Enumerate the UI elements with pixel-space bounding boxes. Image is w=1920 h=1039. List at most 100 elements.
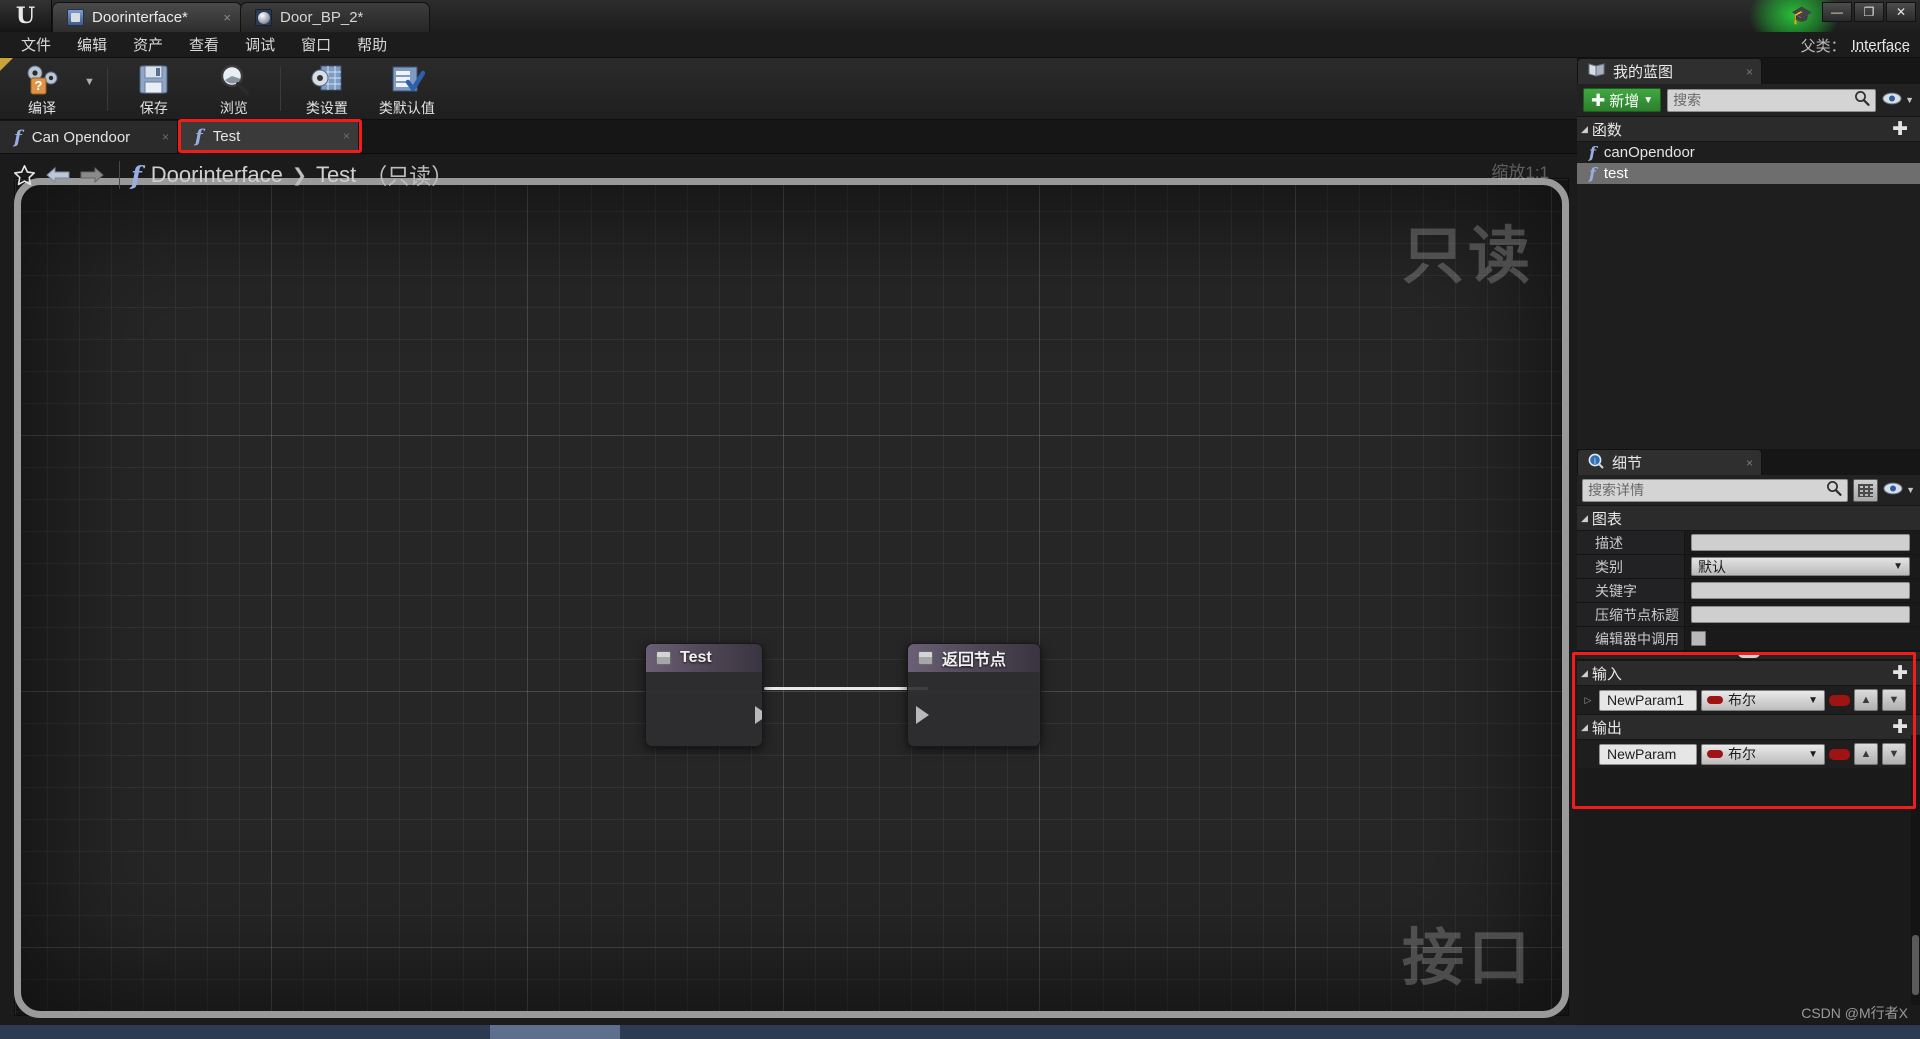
- my-blueprint-tabbar: 我的蓝图 ×: [1577, 58, 1920, 84]
- exec-in-pin[interactable]: [916, 706, 929, 724]
- sphere-icon: [255, 9, 272, 26]
- toolbar-button-compile[interactable]: ? 编译: [2, 59, 82, 119]
- menu-item-file[interactable]: 文件: [8, 32, 64, 57]
- panel-tab-label: 我的蓝图: [1613, 64, 1674, 81]
- node-title: 返回节点: [942, 652, 1007, 669]
- menu-item-help[interactable]: 帮助: [344, 32, 400, 57]
- collapse-triangle-icon[interactable]: ◢: [1581, 668, 1588, 679]
- output-param-type-select[interactable]: 布尔 ▼: [1701, 743, 1825, 765]
- add-new-button[interactable]: ✚ 新增 ▼: [1583, 88, 1662, 112]
- function-tab-can-opendoor[interactable]: f Can Opendoor ×: [0, 121, 178, 153]
- close-icon[interactable]: ×: [1726, 456, 1753, 470]
- details-visibility-button[interactable]: ▼: [1883, 482, 1915, 499]
- parent-class-value[interactable]: Interface: [1852, 37, 1910, 54]
- menu-item-edit[interactable]: 编辑: [64, 32, 120, 57]
- property-row-compact-node-title: 压缩节点标题: [1577, 603, 1920, 627]
- list-item-canopendoor[interactable]: f canOpendoor: [1577, 142, 1920, 163]
- nav-back-icon[interactable]: [42, 160, 74, 190]
- close-icon[interactable]: ×: [1726, 65, 1753, 79]
- nav-forward-icon[interactable]: [76, 160, 108, 190]
- add-function-button[interactable]: ✚: [1886, 120, 1914, 139]
- close-icon[interactable]: ×: [205, 10, 231, 25]
- toolbar-button-class-settings[interactable]: 类设置: [287, 59, 367, 119]
- add-input-button[interactable]: ✚: [1886, 664, 1914, 683]
- move-param-down-button[interactable]: ▼: [1882, 689, 1906, 711]
- collapse-triangle-icon[interactable]: ◢: [1581, 722, 1588, 733]
- list-item-test[interactable]: f test: [1577, 163, 1920, 184]
- compile-icon: ?: [22, 62, 62, 98]
- add-output-button[interactable]: ✚: [1886, 718, 1914, 737]
- section-label: 输入: [1591, 665, 1622, 683]
- breadcrumb-root[interactable]: Doorinterface: [151, 162, 283, 188]
- toolbar-button-save[interactable]: 保存: [114, 59, 194, 119]
- category-select[interactable]: 默认 ▼: [1691, 557, 1910, 576]
- window-tab-doorinterface[interactable]: Doorinterface* ×: [52, 2, 242, 32]
- collapse-triangle-icon[interactable]: ◢: [1581, 513, 1588, 524]
- readonly-watermark: 只读: [1401, 222, 1534, 291]
- input-param-type-select[interactable]: 布尔 ▼: [1701, 689, 1825, 711]
- description-input[interactable]: [1691, 534, 1910, 551]
- move-param-up-button[interactable]: ▲: [1854, 689, 1878, 711]
- graph-section-header[interactable]: ◢ 图表: [1577, 505, 1920, 531]
- toolbar-button-class-defaults[interactable]: 类默认值: [367, 59, 447, 119]
- blueprint-icon: [67, 9, 84, 26]
- input-param-name-input[interactable]: NewParam1: [1599, 689, 1697, 711]
- close-button[interactable]: ✕: [1886, 2, 1916, 22]
- compact-node-title-input[interactable]: [1691, 606, 1910, 623]
- function-tab-label: Can Opendoor: [31, 128, 131, 146]
- functions-section-header[interactable]: ◢ 函数 ✚: [1577, 116, 1920, 142]
- container-type-icon[interactable]: [1829, 694, 1850, 706]
- close-icon[interactable]: ×: [146, 130, 169, 144]
- panel-tab-my-blueprint[interactable]: 我的蓝图 ×: [1577, 58, 1762, 84]
- breadcrumb: f Doorinterface ❯ Test （只读）: [131, 159, 453, 191]
- toolbar-button-browse[interactable]: 浏览: [194, 59, 274, 119]
- favorite-star-icon[interactable]: [8, 160, 40, 190]
- exec-out-pin[interactable]: [755, 706, 762, 724]
- inputs-section-header[interactable]: ◢ 输入 ✚: [1577, 660, 1920, 686]
- maximize-button[interactable]: ❐: [1854, 2, 1884, 22]
- output-param-name-input[interactable]: NewParam: [1599, 743, 1697, 765]
- plus-icon: ✚: [1591, 90, 1606, 110]
- panel-splitter[interactable]: [1577, 651, 1920, 660]
- output-param-type-label: 布尔: [1728, 746, 1756, 762]
- graduation-cap-icon[interactable]: 🎓: [1788, 2, 1816, 28]
- grid-view-icon[interactable]: [1853, 478, 1879, 502]
- property-row-call-in-editor: 编辑器中调用: [1577, 627, 1920, 651]
- node-test[interactable]: Test New Param 1: [645, 643, 763, 747]
- toolbar-separator: [279, 66, 281, 111]
- details-scrollbar[interactable]: [1911, 735, 1920, 1005]
- visibility-options-button[interactable]: ▼: [1882, 92, 1914, 109]
- keywords-input[interactable]: [1691, 582, 1910, 599]
- outputs-section-header[interactable]: ◢ 输出 ✚: [1577, 714, 1920, 740]
- my-blueprint-search-input[interactable]: 搜索: [1667, 88, 1877, 112]
- chevron-down-icon: ▼: [1906, 485, 1915, 495]
- move-param-down-button[interactable]: ▼: [1882, 743, 1906, 765]
- move-param-up-button[interactable]: ▲: [1854, 743, 1878, 765]
- unreal-logo-icon[interactable]: U: [0, 0, 52, 32]
- details-search-input[interactable]: 搜索详情: [1582, 478, 1849, 502]
- breadcrumb-leaf[interactable]: Test: [316, 162, 356, 188]
- search-placeholder: 搜索详情: [1588, 482, 1644, 498]
- close-icon[interactable]: ×: [327, 129, 350, 143]
- chevron-down-icon[interactable]: ▼: [84, 76, 95, 88]
- panel-tab-details[interactable]: i 细节 ×: [1577, 449, 1762, 475]
- section-label: 图表: [1591, 510, 1622, 528]
- node-return[interactable]: 返回节点 New Param: [907, 643, 1041, 747]
- minimize-button[interactable]: —: [1822, 2, 1852, 22]
- container-type-icon[interactable]: [1829, 748, 1850, 760]
- property-label: 关键字: [1577, 579, 1685, 602]
- collapse-triangle-icon[interactable]: ◢: [1581, 124, 1588, 135]
- function-tab-test[interactable]: f Test ×: [181, 122, 359, 150]
- blueprint-canvas[interactable]: 只读 接口 Test New Param 1: [14, 178, 1569, 1016]
- menu-item-view[interactable]: 查看: [176, 32, 232, 57]
- expand-triangle-icon[interactable]: ▷: [1581, 695, 1595, 706]
- call-in-editor-checkbox[interactable]: [1691, 631, 1706, 646]
- toolbar-label: 编译: [28, 99, 56, 116]
- taskbar-item[interactable]: [490, 1025, 620, 1039]
- exec-wire[interactable]: [764, 687, 928, 690]
- menu-item-assets[interactable]: 资产: [120, 32, 176, 57]
- window-tab-door-bp-2[interactable]: Door_BP_2*: [240, 2, 430, 32]
- graph-editor: f Doorinterface ❯ Test （只读） 只读 接口 Test 返…: [0, 154, 1577, 1039]
- menu-item-window[interactable]: 窗口: [288, 32, 344, 57]
- menu-item-debug[interactable]: 调试: [232, 32, 288, 57]
